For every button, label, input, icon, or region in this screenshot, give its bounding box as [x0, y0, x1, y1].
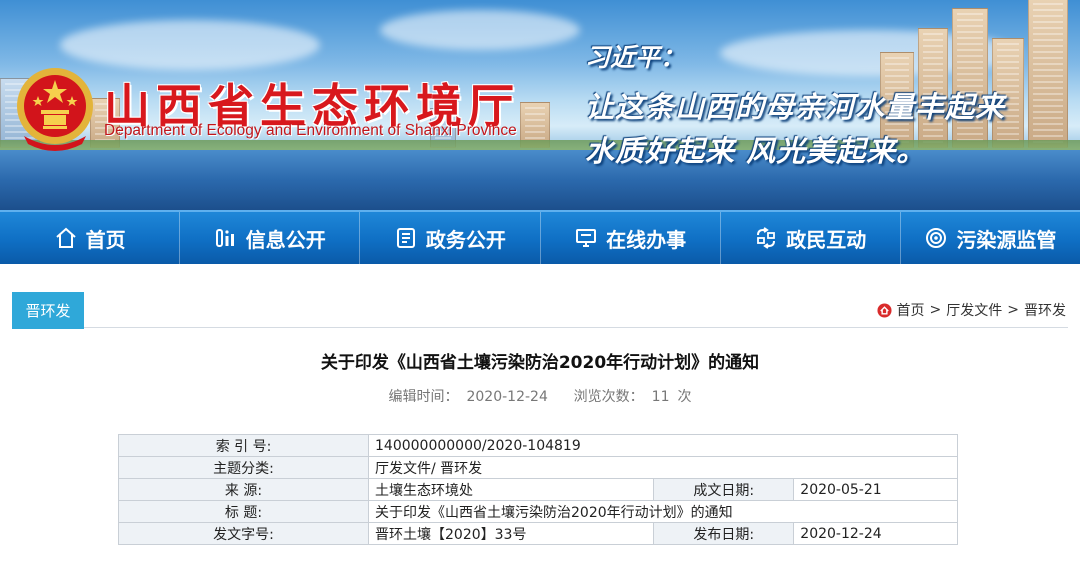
views-value: 11 — [651, 389, 670, 405]
nav-item-label: 首页 — [85, 227, 126, 252]
source-value: 土壤生态环境处 — [367, 478, 655, 501]
main-nav: 首页 信息公开 政务公开 在线办事 政民互动 污染源监管 — [0, 210, 1080, 264]
subject-value: 关于印发《山西省土壤污染防治2020年行动计划》的通知 — [368, 500, 958, 523]
target-icon — [926, 228, 947, 248]
index-label: 索 引 号: — [118, 434, 369, 457]
quote-line-1: 让这条山西的母亲河水量丰起来 — [585, 90, 1006, 124]
building — [952, 8, 988, 148]
nav-item-label: 政务公开 — [425, 227, 506, 252]
nav-item-label: 污染源监管 — [956, 227, 1057, 252]
document-number-label: 发文字号: — [118, 522, 369, 545]
table-row: 发文字号: 晋环土壤【2020】33号 发布日期: 2020-12-24 — [118, 522, 958, 545]
index-value: 140000000000/2020-104819 — [368, 434, 958, 457]
breadcrumb-separator: > — [1007, 302, 1019, 318]
table-row: 主题分类: 厅发文件/ 晋环发 — [118, 456, 958, 479]
document-meta: 编辑时间： 2020-12-24 浏览次数： 11 次 — [0, 386, 1080, 406]
nav-item-label: 信息公开 — [245, 227, 326, 252]
nav-item-public-interaction[interactable]: 政民互动 — [721, 212, 901, 264]
cloud — [60, 20, 320, 70]
table-row: 标 题: 关于印发《山西省土壤污染防治2020年行动计划》的通知 — [118, 500, 958, 523]
nav-item-government-affairs[interactable]: 政务公开 — [360, 212, 541, 264]
published-date-value: 2020-12-24 — [793, 522, 958, 545]
building — [1028, 0, 1068, 148]
edit-time-label: 编辑时间： — [388, 389, 459, 405]
breadcrumb: 首页 > 厅发文件 > 晋环发 — [877, 300, 1066, 320]
breadcrumb-level1-link[interactable]: 厅发文件 — [946, 300, 1002, 320]
source-label: 来 源: — [118, 478, 369, 501]
nav-item-pollution-source-supervision[interactable]: 污染源监管 — [901, 212, 1080, 264]
national-emblem-icon — [17, 68, 93, 151]
site-banner: 山西省生态环境厅 Department of Ecology and Envir… — [0, 0, 1080, 210]
home-icon — [55, 227, 76, 248]
nav-item-label: 政民互动 — [786, 227, 867, 252]
category-bar: 晋环发 首页 > 厅发文件 > 晋环发 — [12, 292, 1068, 329]
site-title-en: Department of Ecology and Environment of… — [104, 122, 517, 139]
breadcrumb-separator: > — [929, 302, 942, 318]
published-date-label: 发布日期: — [653, 522, 795, 545]
category-tab[interactable]: 晋环发 — [12, 292, 84, 329]
document-number-value: 晋环土壤【2020】33号 — [367, 522, 655, 545]
table-row: 索 引 号: 140000000000/2020-104819 — [118, 434, 958, 457]
home-icon[interactable] — [877, 302, 892, 318]
topic-label: 主题分类: — [118, 456, 369, 479]
monitor-icon — [576, 229, 597, 247]
breadcrumb-home-link[interactable]: 首页 — [897, 300, 925, 320]
created-date-value: 2020-05-21 — [793, 478, 958, 501]
created-date-label: 成文日期: — [653, 478, 795, 501]
quote-author: 习近平： — [585, 43, 686, 72]
nav-item-home[interactable]: 首页 — [0, 212, 181, 264]
topic-value: 厅发文件/ 晋环发 — [368, 456, 958, 479]
document-title: 关于印发《山西省土壤污染防治2020年行动计划》的通知 — [320, 353, 760, 373]
document-info-table: 索 引 号: 140000000000/2020-104819 主题分类: 厅发… — [118, 434, 958, 545]
info-icon — [215, 229, 234, 247]
nav-item-info-disclosure[interactable]: 信息公开 — [180, 212, 361, 264]
breadcrumb-level2-link[interactable]: 晋环发 — [1024, 300, 1066, 320]
edit-time-value: 2020-12-24 — [466, 389, 548, 405]
subject-label: 标 题: — [118, 500, 369, 523]
table-row: 来 源: 土壤生态环境处 成文日期: 2020-05-21 — [118, 478, 958, 501]
cloud — [380, 10, 580, 50]
views-label: 浏览次数： — [573, 389, 644, 405]
document-icon — [396, 228, 415, 248]
main-content: 晋环发 首页 > 厅发文件 > 晋环发 关于印发《山西省土壤污染防治2020年行… — [0, 264, 1080, 562]
quote-line-2: 水质好起来 风光美起来。 — [585, 134, 927, 168]
nav-item-online-services[interactable]: 在线办事 — [541, 212, 721, 264]
interaction-icon — [757, 227, 776, 249]
nav-item-label: 在线办事 — [606, 227, 687, 252]
views-unit: 次 — [677, 389, 692, 405]
